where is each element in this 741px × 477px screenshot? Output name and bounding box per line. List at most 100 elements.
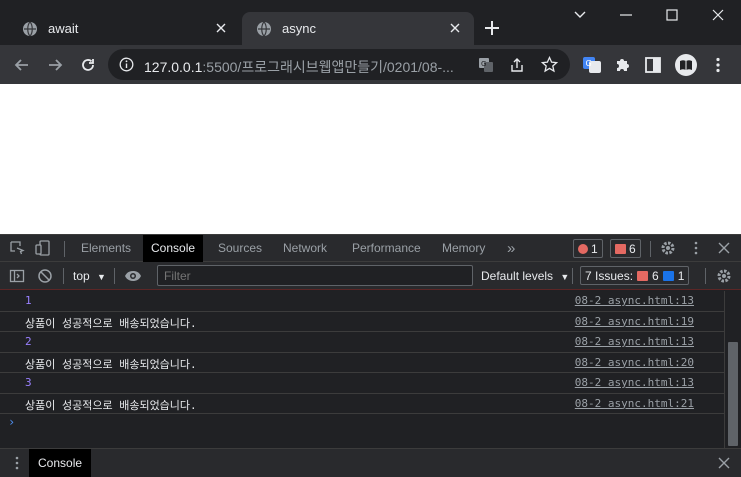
divider [705, 268, 706, 284]
issue-warning-icon [637, 270, 649, 281]
new-tab-plus-icon[interactable] [481, 17, 503, 39]
console-message-row: 2 08-2 async.html:13 [0, 332, 724, 353]
warning-count-badge[interactable]: 6 [610, 239, 641, 258]
close-tab-icon[interactable] [448, 21, 462, 35]
log-message: 2 [25, 335, 32, 348]
tab-sources[interactable]: Sources [210, 235, 270, 262]
source-link[interactable]: 08-2 async.html:21 [575, 397, 694, 410]
bookmark-star-icon[interactable] [541, 56, 558, 73]
tab-performance[interactable]: Performance [344, 235, 429, 262]
log-levels-label: Default levels [481, 269, 554, 283]
console-message-row: 1 08-2 async.html:13 [0, 291, 724, 312]
log-message: 상품이 성공적으로 배송되었습니다. [25, 357, 197, 371]
source-link[interactable]: 08-2 async.html:19 [575, 315, 694, 328]
more-tabs-chevron-icon[interactable]: » [499, 235, 523, 262]
show-sidebar-icon[interactable] [9, 268, 25, 284]
console-message-row: 상품이 성공적으로 배송되었습니다. 08-2 async.html:21 [0, 394, 724, 414]
forward-arrow-icon[interactable] [45, 55, 65, 75]
svg-text:G: G [481, 60, 486, 68]
tab-elements[interactable]: Elements [73, 235, 139, 262]
divider [572, 268, 573, 284]
console-message-row: 3 08-2 async.html:13 [0, 373, 724, 394]
close-devtools-icon[interactable] [716, 240, 732, 256]
clear-console-icon[interactable] [37, 268, 53, 284]
log-message: 1 [25, 294, 32, 307]
page-viewport [0, 84, 741, 234]
divider [650, 241, 651, 257]
error-count-badge[interactable]: 1 [573, 239, 603, 258]
info-icon[interactable] [119, 57, 134, 72]
source-link[interactable]: 08-2 async.html:13 [575, 294, 694, 307]
context-selector[interactable]: top ▼ [73, 269, 106, 283]
google-translate-extension-icon[interactable]: G [582, 55, 602, 75]
device-toolbar-icon[interactable] [35, 240, 51, 256]
log-message: 상품이 성공적으로 배송되었습니다. [25, 398, 197, 412]
error-icon [578, 243, 588, 254]
source-link[interactable]: 08-2 async.html:13 [575, 335, 694, 348]
dropdown-triangle-icon: ▼ [97, 272, 106, 282]
tab-title: await [48, 21, 79, 36]
issues-label: 7 Issues: [585, 268, 634, 283]
dropdown-triangle-icon: ▼ [560, 272, 570, 282]
console-filter-bar: top ▼ Default levels ▼ 7 Issues: 6 1 [0, 262, 741, 290]
globe-icon [22, 21, 38, 37]
tab-network[interactable]: Network [275, 235, 335, 262]
tab-memory[interactable]: Memory [434, 235, 493, 262]
kebab-menu-icon[interactable] [708, 55, 728, 75]
console-prompt[interactable]: › [8, 415, 15, 429]
title-bar: await async [0, 0, 741, 45]
inspect-element-icon[interactable] [9, 240, 25, 256]
live-expression-eye-icon[interactable] [124, 268, 141, 284]
tab-async[interactable]: async [242, 12, 474, 45]
console-filter-input[interactable] [157, 265, 473, 286]
url-path: :5500/프로그래시브웹앱만들기/0201/08-... [202, 59, 454, 75]
back-arrow-icon[interactable] [12, 55, 32, 75]
close-window-icon[interactable] [695, 0, 741, 30]
console-settings-gear-icon[interactable] [716, 268, 732, 284]
console-message-row: 상품이 성공적으로 배송되었습니다. 08-2 async.html:19 [0, 312, 724, 332]
close-drawer-icon[interactable] [716, 455, 732, 471]
console-output: 1 08-2 async.html:13 상품이 성공적으로 배송되었습니다. … [0, 291, 724, 448]
reload-icon[interactable] [78, 55, 98, 75]
devtools-drawer: Console [0, 448, 741, 477]
close-tab-icon[interactable] [214, 21, 228, 35]
address-bar[interactable]: 127.0.0.1:5500/프로그래시브웹앱만들기/0201/08-... G [108, 49, 570, 80]
issue-info-icon [662, 270, 674, 281]
profile-avatar[interactable] [674, 53, 698, 77]
console-scrollbar[interactable] [724, 291, 741, 448]
share-icon[interactable] [509, 57, 525, 73]
divider [63, 268, 64, 284]
url-host: 127.0.0.1 [144, 59, 203, 75]
maximize-icon[interactable] [649, 0, 695, 30]
source-link[interactable]: 08-2 async.html:20 [575, 356, 694, 369]
error-count: 1 [591, 241, 598, 256]
source-link[interactable]: 08-2 async.html:13 [575, 376, 694, 389]
issue-info-count: 1 [677, 268, 685, 283]
translate-icon[interactable]: G [478, 57, 494, 73]
svg-text:G: G [586, 59, 592, 68]
issues-badge[interactable]: 7 Issues: 6 1 [580, 266, 690, 285]
divider [114, 268, 115, 284]
settings-gear-icon[interactable] [660, 240, 676, 256]
side-panel-icon[interactable] [643, 55, 663, 75]
warning-icon [615, 243, 626, 254]
devtools-kebab-icon[interactable] [688, 240, 704, 256]
minimize-icon[interactable] [603, 0, 649, 30]
tab-search-chevron-icon[interactable] [557, 0, 603, 30]
drawer-tab-console[interactable]: Console [29, 449, 92, 477]
scrollbar-thumb[interactable] [728, 342, 738, 446]
tab-await[interactable]: await [8, 12, 240, 45]
globe-icon [256, 21, 272, 37]
browser-toolbar: 127.0.0.1:5500/프로그래시브웹앱만들기/0201/08-... G… [0, 45, 741, 84]
extensions-puzzle-icon[interactable] [613, 55, 633, 75]
tab-title: async [282, 21, 316, 36]
issue-warning-count: 6 [652, 268, 659, 283]
divider [64, 241, 65, 257]
console-message-row: 상품이 성공적으로 배송되었습니다. 08-2 async.html:20 [0, 353, 724, 373]
tab-console[interactable]: Console [143, 235, 204, 262]
context-label: top [73, 269, 90, 283]
log-levels-dropdown[interactable]: Default levels ▼ [481, 269, 569, 283]
url-text: 127.0.0.1:5500/프로그래시브웹앱만들기/0201/08-... [144, 57, 470, 77]
log-message: 상품이 성공적으로 배송되었습니다. [25, 316, 197, 330]
drawer-kebab-icon[interactable] [9, 455, 25, 471]
